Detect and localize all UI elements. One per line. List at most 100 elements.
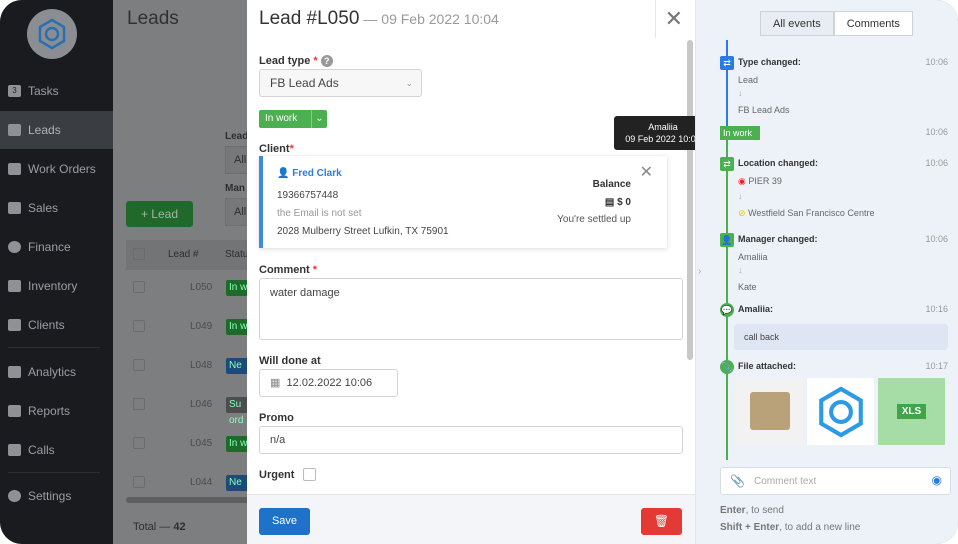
lead-type-label: Lead type * ? [259,55,333,67]
sidebar-item-label: Settings [28,489,72,503]
user-icon: 👤 [720,233,734,247]
client-phone: 19366757448 [277,190,339,201]
sidebar-item-label: Calls [28,443,55,457]
sidebar-item-label: Clients [28,318,65,332]
sidebar-item-analytics[interactable]: Analytics [0,353,113,391]
will-done-date-input[interactable]: ▦ 12.02.2022 10:06 [259,369,398,397]
attachment-xls[interactable]: XLS [878,378,945,445]
reports-icon [8,405,21,417]
sidebar: 3 Tasks Leads Work Orders Sales Finance I… [0,0,113,544]
lead-type-select[interactable]: FB Lead Ads ⌄ [259,69,422,97]
row-checkbox[interactable] [133,476,145,488]
filter-label: Lead [225,131,249,142]
lead-id[interactable]: L045 [190,438,212,449]
filter-icon [8,124,21,136]
comment-icon: 💬 [720,303,734,317]
users-icon [8,319,21,331]
status-dropdown[interactable]: In work ⌄ [259,110,327,128]
sidebar-item-reports[interactable]: Reports [0,392,113,430]
comment-label: Comment * [259,264,318,276]
work-orders-icon [8,163,21,175]
lead-id[interactable]: L050 [190,282,212,293]
events-panel: › All events Comments ⇄ Type changed: 10:… [695,0,958,544]
column-lead[interactable]: Lead # [168,249,199,260]
remove-client-icon[interactable]: ✕ [640,162,653,182]
table-row[interactable]: L045 In w [126,434,260,472]
delete-button[interactable]: 🗑 [641,508,682,535]
comment-input[interactable]: 📎 Comment text ◉ [720,467,951,495]
hint-newline: Shift + Enter, to add a new line [720,522,861,533]
exchange-icon: ⇄ [720,56,734,70]
column-status[interactable]: Statu [225,249,248,260]
add-lead-button[interactable]: + Lead [126,201,193,227]
table-row[interactable]: L046 Su ord [126,395,260,433]
arrow-down-icon: ↓ [738,265,743,275]
cart-icon [8,202,21,214]
help-icon[interactable]: ? [320,55,333,67]
sidebar-item-label: Sales [28,201,59,215]
dollar-icon [8,241,21,253]
row-checkbox[interactable] [133,398,145,410]
sidebar-item-finance[interactable]: Finance [0,228,113,266]
wallet-icon: ▤ [604,197,615,208]
lead-id[interactable]: L048 [190,360,212,371]
paperclip-icon: 📎 [730,474,745,488]
page-title: Leads [127,8,179,29]
sidebar-item-work-orders[interactable]: Work Orders [0,150,113,188]
user-icon: 👤 [277,168,290,179]
phone-icon [8,444,21,456]
lead-id[interactable]: L046 [190,399,212,410]
row-checkbox[interactable] [133,437,145,449]
sidebar-item-label: Reports [28,404,71,418]
sidebar-item-leads[interactable]: Leads [0,111,113,149]
table-row[interactable]: L049 In w [126,317,260,355]
sidebar-item-settings[interactable]: Settings [0,477,113,515]
boxes-icon [8,280,21,292]
sidebar-item-label: Finance [28,240,71,254]
paperclip-icon: 📎 [720,360,734,374]
location-target-icon: ◉ [738,176,746,186]
urgent-label: Urgent [259,469,295,481]
leads-page-background: Leads Lead All Man All + Lead Lead # Sta… [113,0,260,544]
sidebar-item-sales[interactable]: Sales [0,189,113,227]
urgent-checkbox[interactable] [303,468,316,481]
horizontal-scrollbar[interactable] [126,497,260,503]
row-checkbox[interactable] [133,359,145,371]
select-all-checkbox[interactable] [133,248,145,260]
tab-comments[interactable]: Comments [833,11,913,36]
lead-id[interactable]: L044 [190,477,212,488]
scrollbar[interactable] [687,40,693,360]
comment-textarea[interactable]: water damage [259,278,683,340]
exchange-icon: ⇄ [720,157,734,171]
table-row[interactable]: L048 Ne [126,356,260,394]
divider [8,347,100,348]
table-header: Lead # Statu [126,240,260,270]
arrow-down-icon: ↓ [738,191,743,201]
client-address: 2028 Mulberry Street Lufkin, TX 75901 [277,226,449,237]
table-row[interactable]: L050 In w [126,278,260,316]
promo-label: Promo [259,412,294,424]
sidebar-item-tasks[interactable]: 3 Tasks [0,72,113,110]
trash-icon: 🗑 [653,514,670,528]
close-icon[interactable]: ✕ [665,6,683,32]
sidebar-item-label: Tasks [28,84,59,98]
collapse-chevron-icon[interactable]: › [698,266,701,277]
sidebar-item-inventory[interactable]: Inventory [0,267,113,305]
client-name[interactable]: 👤 Fred Clark [277,168,342,179]
lead-modal: Lead #L050— 09 Feb 2022 10:04 ✕ Lead typ… [247,0,695,544]
hint-send: Enter, to send [720,505,784,516]
attachment-logo[interactable] [807,378,874,445]
table-row[interactable]: L044 Ne [126,473,260,511]
row-checkbox[interactable] [133,281,145,293]
tab-all-events[interactable]: All events [760,11,834,36]
lead-id[interactable]: L049 [190,321,212,332]
will-done-label: Will done at [259,355,321,367]
modal-title: Lead #L050— 09 Feb 2022 10:04 [259,8,499,29]
promo-input[interactable]: n/a [259,426,683,454]
sidebar-item-clients[interactable]: Clients [0,306,113,344]
balance-label: Balance [592,179,631,190]
save-button[interactable]: Save [259,508,310,535]
attachment-image[interactable] [736,378,803,445]
sidebar-item-calls[interactable]: Calls [0,431,113,469]
row-checkbox[interactable] [133,320,145,332]
